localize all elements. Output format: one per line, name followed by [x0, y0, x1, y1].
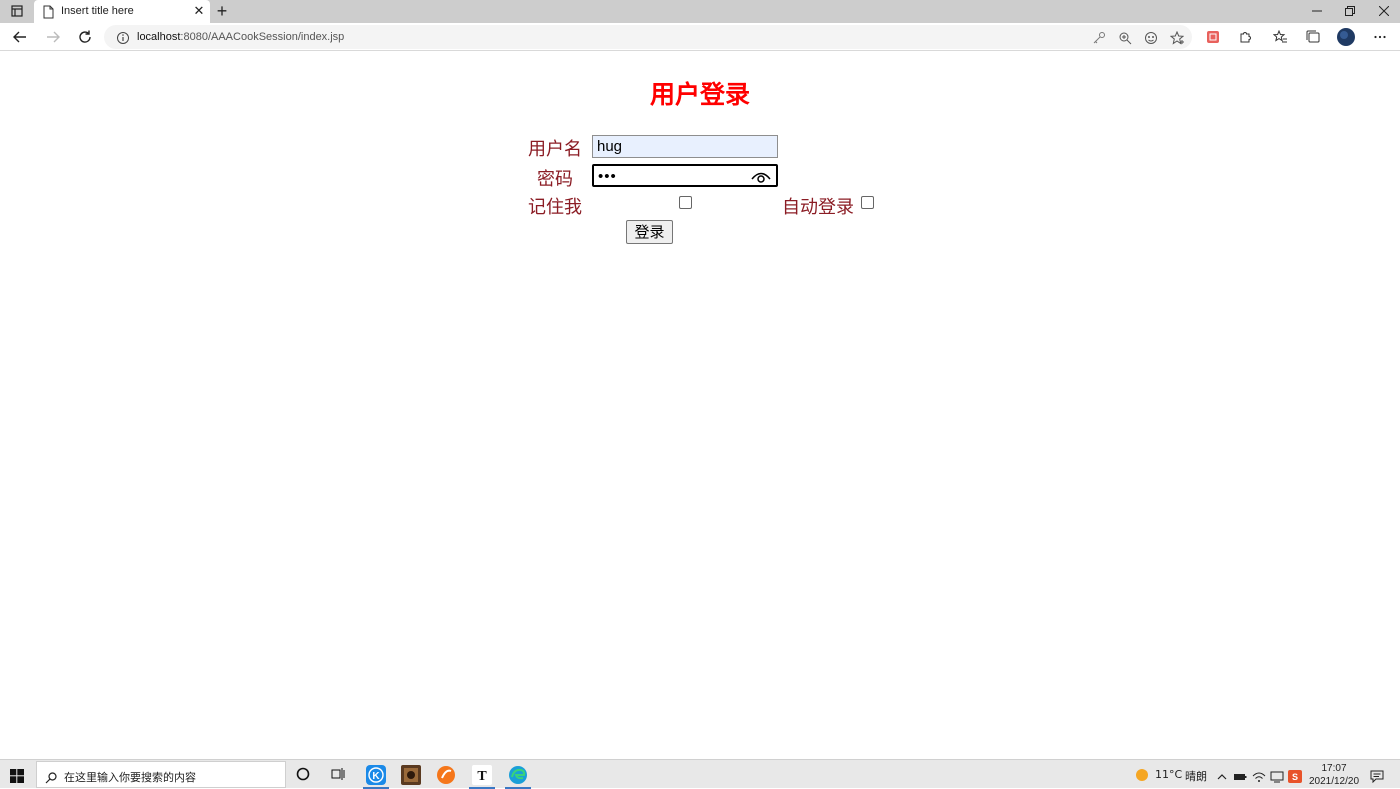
svg-text:K: K	[372, 771, 380, 782]
windows-start-icon[interactable]	[10, 768, 24, 783]
minimize-icon[interactable]	[1308, 3, 1326, 19]
notifications-icon[interactable]	[1370, 768, 1384, 784]
task-view-icon[interactable]	[327, 763, 349, 785]
clock-time: 17:07	[1321, 763, 1347, 774]
taskbar-app-typora[interactable]: T	[467, 760, 497, 789]
weather-desc[interactable]: 晴朗	[1185, 768, 1207, 784]
search-icon	[45, 769, 57, 784]
tracking-prevention-icon[interactable]	[1144, 30, 1158, 44]
back-icon[interactable]	[11, 28, 29, 46]
svg-text:S: S	[1292, 772, 1298, 782]
taskbar: 在这里输入你要搜索的内容 K T 11°C 晴朗 S 17:07 2021/12…	[0, 759, 1400, 789]
battery-icon[interactable]	[1233, 768, 1247, 781]
weather-temp[interactable]: 11°C	[1155, 768, 1182, 781]
taskbar-app-game[interactable]	[396, 760, 426, 789]
auto-login-label: 自动登录	[782, 197, 854, 218]
profile-avatar[interactable]	[1337, 28, 1355, 46]
refresh-icon[interactable]	[76, 28, 94, 46]
tab-actions-icon[interactable]	[8, 3, 26, 19]
close-window-icon[interactable]	[1375, 3, 1393, 19]
extension-badge-icon[interactable]	[1204, 28, 1222, 46]
page-icon	[43, 4, 54, 19]
username-input[interactable]	[592, 135, 778, 158]
wifi-icon[interactable]	[1252, 768, 1266, 782]
new-tab-button[interactable]: +	[213, 2, 231, 20]
page-content: 用户登录 用户名 密码 ••• 记住我 自动登录 登录	[0, 52, 1400, 759]
zoom-icon[interactable]	[1118, 30, 1132, 45]
browser-tab[interactable]: Insert title here ✕	[34, 0, 210, 23]
page-title: 用户登录	[649, 80, 750, 109]
url-host: localhost	[137, 31, 181, 43]
network-icon[interactable]	[1270, 768, 1284, 783]
show-hidden-icons-icon[interactable]	[1216, 768, 1230, 781]
taskbar-app-orange[interactable]	[431, 760, 461, 789]
cortana-icon[interactable]	[292, 763, 314, 785]
svg-text:T: T	[477, 769, 487, 784]
url-text[interactable]: localhost:8080/AAACookSession/index.jsp	[137, 31, 344, 43]
forward-icon[interactable]	[44, 28, 62, 46]
tab-title: Insert title here	[61, 5, 134, 17]
address-bar[interactable]: localhost:8080/AAACookSession/index.jsp	[104, 25, 1192, 49]
taskbar-app-kugou[interactable]: K	[361, 760, 391, 789]
login-button[interactable]: 登录	[626, 220, 673, 244]
browser-toolbar: localhost:8080/AAACookSession/index.jsp	[0, 23, 1400, 51]
show-password-icon[interactable]	[750, 169, 772, 183]
site-info-icon[interactable]	[116, 30, 130, 44]
system-clock[interactable]: 17:07 2021/12/20	[1306, 762, 1362, 788]
add-favorite-icon[interactable]	[1169, 30, 1185, 45]
close-tab-icon[interactable]: ✕	[192, 4, 206, 18]
taskbar-app-edge[interactable]	[503, 760, 533, 789]
remember-me-label: 记住我	[528, 197, 582, 218]
taskbar-search[interactable]: 在这里输入你要搜索的内容	[36, 761, 286, 788]
input-method-icon[interactable]: S	[1288, 768, 1302, 783]
key-icon[interactable]	[1092, 30, 1106, 44]
weather-sun-icon[interactable]	[1135, 767, 1149, 781]
more-menu-icon[interactable]	[1371, 28, 1389, 46]
auto-login-checkbox[interactable]	[861, 196, 874, 209]
collections-icon[interactable]	[1304, 28, 1322, 46]
password-label: 密码	[537, 169, 573, 190]
search-placeholder: 在这里输入你要搜索的内容	[64, 771, 196, 784]
url-path: :8080/AAACookSession/index.jsp	[180, 31, 345, 43]
favorites-icon[interactable]	[1271, 28, 1289, 46]
username-label: 用户名	[528, 139, 582, 160]
restore-icon[interactable]	[1341, 3, 1359, 19]
tab-strip: Insert title here ✕ +	[0, 0, 1400, 23]
extensions-icon[interactable]	[1236, 28, 1254, 46]
clock-date: 2021/12/20	[1308, 776, 1360, 787]
remember-me-checkbox[interactable]	[679, 196, 692, 209]
